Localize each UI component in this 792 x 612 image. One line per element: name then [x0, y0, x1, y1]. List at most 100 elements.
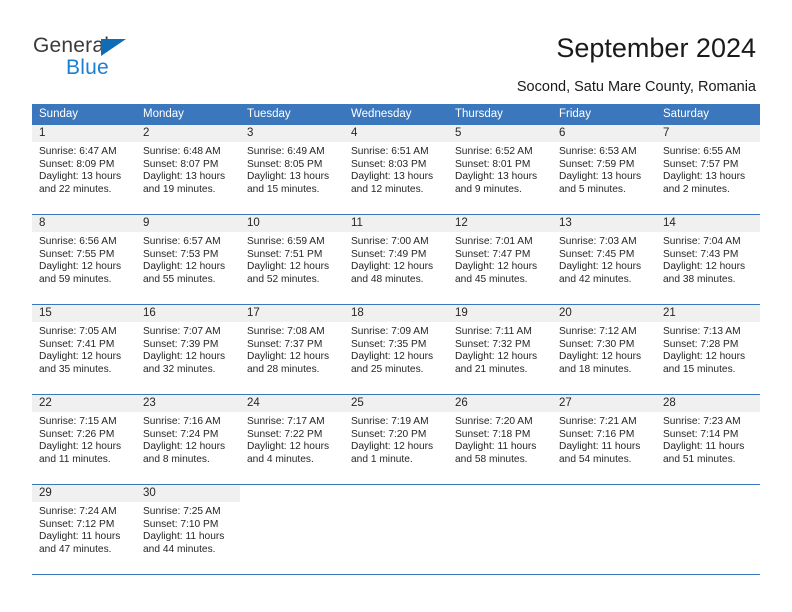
- daylight-duration-line2: and 59 minutes.: [39, 273, 112, 285]
- calendar-day-cell[interactable]: 28 Sunrise: 7:23 AM Sunset: 7:14 PM Dayligh…: [656, 395, 760, 484]
- day-detail-lines: [240, 502, 344, 506]
- sunset-time: Sunset: 7:51 PM: [247, 248, 323, 260]
- calendar-day-cell[interactable]: 23 Sunrise: 7:16 AM Sunset: 7:24 PM Dayligh…: [136, 395, 240, 484]
- day-number-band: 22: [32, 395, 136, 412]
- sunset-time: Sunset: 7:41 PM: [39, 338, 115, 350]
- day-number-band: 7: [656, 125, 760, 142]
- calendar-day-cell[interactable]: 10 Sunrise: 6:59 AM Sunset: 7:51 PM Dayligh…: [240, 215, 344, 304]
- sunrise-time: Sunrise: 6:49 AM: [247, 146, 325, 157]
- sunrise-time: Sunrise: 7:17 AM: [247, 416, 325, 427]
- sunrise-time: Sunrise: 7:11 AM: [455, 326, 532, 337]
- calendar-day-cell[interactable]: 4 Sunrise: 6:51 AM Sunset: 8:03 PM Daylight…: [344, 125, 448, 214]
- calendar-day-cell[interactable]: 3 Sunrise: 6:49 AM Sunset: 8:05 PM Daylight…: [240, 125, 344, 214]
- day-detail-lines: Sunrise: 7:23 AM Sunset: 7:14 PM Daylight:…: [656, 412, 760, 466]
- day-number-band: 25: [344, 395, 448, 412]
- logo-text-general: General: [33, 34, 110, 57]
- calendar-day-cell[interactable]: 20 Sunrise: 7:12 AM Sunset: 7:30 PM Dayligh…: [552, 305, 656, 394]
- sunrise-time: Sunrise: 7:00 AM: [351, 236, 429, 247]
- calendar-day-cell[interactable]: 13 Sunrise: 7:03 AM Sunset: 7:45 PM Dayligh…: [552, 215, 656, 304]
- calendar-day-cell[interactable]: 1 Sunrise: 6:47 AM Sunset: 8:09 PM Daylight…: [32, 125, 136, 214]
- daylight-duration-line1: Daylight: 12 hours: [455, 351, 538, 363]
- daylight-duration-line1: Daylight: 11 hours: [143, 531, 225, 543]
- calendar-day-cell[interactable]: 26 Sunrise: 7:20 AM Sunset: 7:18 PM Dayligh…: [448, 395, 552, 484]
- calendar-day-cell[interactable]: 16 Sunrise: 7:07 AM Sunset: 7:39 PM Dayligh…: [136, 305, 240, 394]
- daylight-duration-line2: and 47 minutes.: [39, 543, 112, 555]
- calendar-day-cell[interactable]: 7 Sunrise: 6:55 AM Sunset: 7:57 PM Daylight…: [656, 125, 760, 214]
- calendar-week-row: 22 Sunrise: 7:15 AM Sunset: 7:26 PM Dayligh…: [32, 394, 760, 484]
- day-number: 8: [39, 217, 46, 229]
- logo-triangle-icon: [101, 39, 126, 56]
- weekday-header-monday: Monday: [143, 108, 184, 120]
- calendar-day-cell[interactable]: 2 Sunrise: 6:48 AM Sunset: 8:07 PM Daylight…: [136, 125, 240, 214]
- sunset-time: Sunset: 7:49 PM: [351, 248, 427, 260]
- daylight-duration-line2: and 58 minutes.: [455, 453, 528, 465]
- day-number-band: 8: [32, 215, 136, 232]
- sunrise-time: Sunrise: 7:08 AM: [247, 326, 325, 337]
- daylight-duration-line1: Daylight: 13 hours: [559, 171, 642, 183]
- sunrise-time: Sunrise: 7:09 AM: [351, 326, 429, 337]
- calendar-day-cell[interactable]: 29 Sunrise: 7:24 AM Sunset: 7:12 PM Dayligh…: [32, 485, 136, 574]
- day-number-band: [552, 485, 656, 502]
- daylight-duration-line2: and 25 minutes.: [351, 363, 424, 375]
- day-detail-lines: Sunrise: 7:20 AM Sunset: 7:18 PM Daylight:…: [448, 412, 552, 466]
- calendar-day-cell[interactable]: 24 Sunrise: 7:17 AM Sunset: 7:22 PM Dayligh…: [240, 395, 344, 484]
- daylight-duration-line1: Daylight: 13 hours: [247, 171, 330, 183]
- day-number-band: 9: [136, 215, 240, 232]
- calendar-day-cell[interactable]: 21 Sunrise: 7:13 AM Sunset: 7:28 PM Dayligh…: [656, 305, 760, 394]
- daylight-duration-line1: Daylight: 12 hours: [39, 261, 122, 273]
- day-number: 5: [455, 127, 462, 139]
- calendar-bottom-rule: [32, 574, 760, 575]
- daylight-duration-line2: and 5 minutes.: [559, 183, 626, 195]
- sunrise-time: Sunrise: 6:47 AM: [39, 146, 117, 157]
- calendar-day-cell[interactable]: 14 Sunrise: 7:04 AM Sunset: 7:43 PM Dayligh…: [656, 215, 760, 304]
- day-detail-lines: Sunrise: 6:59 AM Sunset: 7:51 PM Daylight:…: [240, 232, 344, 286]
- day-detail-lines: Sunrise: 7:19 AM Sunset: 7:20 PM Daylight:…: [344, 412, 448, 466]
- daylight-duration-line2: and 28 minutes.: [247, 363, 320, 375]
- day-detail-lines: Sunrise: 6:55 AM Sunset: 7:57 PM Daylight:…: [656, 142, 760, 196]
- day-number: 2: [143, 127, 150, 139]
- day-number-band: 28: [656, 395, 760, 412]
- sunrise-time: Sunrise: 7:12 AM: [559, 326, 637, 337]
- calendar-empty-cell: [656, 485, 760, 574]
- sunset-time: Sunset: 7:59 PM: [559, 158, 635, 170]
- sunrise-time: Sunrise: 6:48 AM: [143, 146, 221, 157]
- day-detail-lines: Sunrise: 7:16 AM Sunset: 7:24 PM Daylight:…: [136, 412, 240, 466]
- day-detail-lines: Sunrise: 7:13 AM Sunset: 7:28 PM Daylight:…: [656, 322, 760, 376]
- day-detail-lines: Sunrise: 6:53 AM Sunset: 7:59 PM Daylight:…: [552, 142, 656, 196]
- day-number: 1: [39, 127, 46, 139]
- calendar-day-cell[interactable]: 12 Sunrise: 7:01 AM Sunset: 7:47 PM Dayligh…: [448, 215, 552, 304]
- day-detail-lines: [344, 502, 448, 506]
- daylight-duration-line1: Daylight: 13 hours: [143, 171, 226, 183]
- day-number-band: 1: [32, 125, 136, 142]
- calendar-day-cell[interactable]: 27 Sunrise: 7:21 AM Sunset: 7:16 PM Dayligh…: [552, 395, 656, 484]
- day-number-band: 27: [552, 395, 656, 412]
- calendar-day-cell[interactable]: 19 Sunrise: 7:11 AM Sunset: 7:32 PM Dayligh…: [448, 305, 552, 394]
- day-detail-lines: Sunrise: 7:04 AM Sunset: 7:43 PM Daylight:…: [656, 232, 760, 286]
- calendar-day-cell[interactable]: 25 Sunrise: 7:19 AM Sunset: 7:20 PM Dayligh…: [344, 395, 448, 484]
- sunset-time: Sunset: 7:16 PM: [559, 428, 635, 440]
- day-number-band: 4: [344, 125, 448, 142]
- calendar-weeks: 1 Sunrise: 6:47 AM Sunset: 8:09 PM Daylight…: [32, 125, 760, 574]
- calendar-day-cell[interactable]: 18 Sunrise: 7:09 AM Sunset: 7:35 PM Dayligh…: [344, 305, 448, 394]
- calendar-day-cell[interactable]: 6 Sunrise: 6:53 AM Sunset: 7:59 PM Daylight…: [552, 125, 656, 214]
- calendar-day-cell[interactable]: 11 Sunrise: 7:00 AM Sunset: 7:49 PM Dayligh…: [344, 215, 448, 304]
- calendar-day-cell[interactable]: 22 Sunrise: 7:15 AM Sunset: 7:26 PM Dayligh…: [32, 395, 136, 484]
- day-number-band: 20: [552, 305, 656, 322]
- calendar-day-cell[interactable]: 9 Sunrise: 6:57 AM Sunset: 7:53 PM Daylight…: [136, 215, 240, 304]
- sunset-time: Sunset: 7:18 PM: [455, 428, 531, 440]
- day-number: 27: [559, 397, 572, 409]
- calendar-day-cell[interactable]: 5 Sunrise: 6:52 AM Sunset: 8:01 PM Daylight…: [448, 125, 552, 214]
- calendar-day-cell[interactable]: 8 Sunrise: 6:56 AM Sunset: 7:55 PM Daylight…: [32, 215, 136, 304]
- day-number: 24: [247, 397, 260, 409]
- day-number: 14: [663, 217, 676, 229]
- daylight-duration-line2: and 2 minutes.: [663, 183, 730, 195]
- day-number-band: 15: [32, 305, 136, 322]
- day-number-band: 2: [136, 125, 240, 142]
- calendar-day-cell[interactable]: 30 Sunrise: 7:25 AM Sunset: 7:10 PM Dayligh…: [136, 485, 240, 574]
- calendar-day-cell[interactable]: 15 Sunrise: 7:05 AM Sunset: 7:41 PM Dayligh…: [32, 305, 136, 394]
- calendar-day-cell[interactable]: 17 Sunrise: 7:08 AM Sunset: 7:37 PM Dayligh…: [240, 305, 344, 394]
- sunrise-time: Sunrise: 7:04 AM: [663, 236, 741, 247]
- daylight-duration-line1: Daylight: 11 hours: [559, 441, 641, 453]
- sunrise-time: Sunrise: 7:13 AM: [663, 326, 741, 337]
- daylight-duration-line2: and 44 minutes.: [143, 543, 216, 555]
